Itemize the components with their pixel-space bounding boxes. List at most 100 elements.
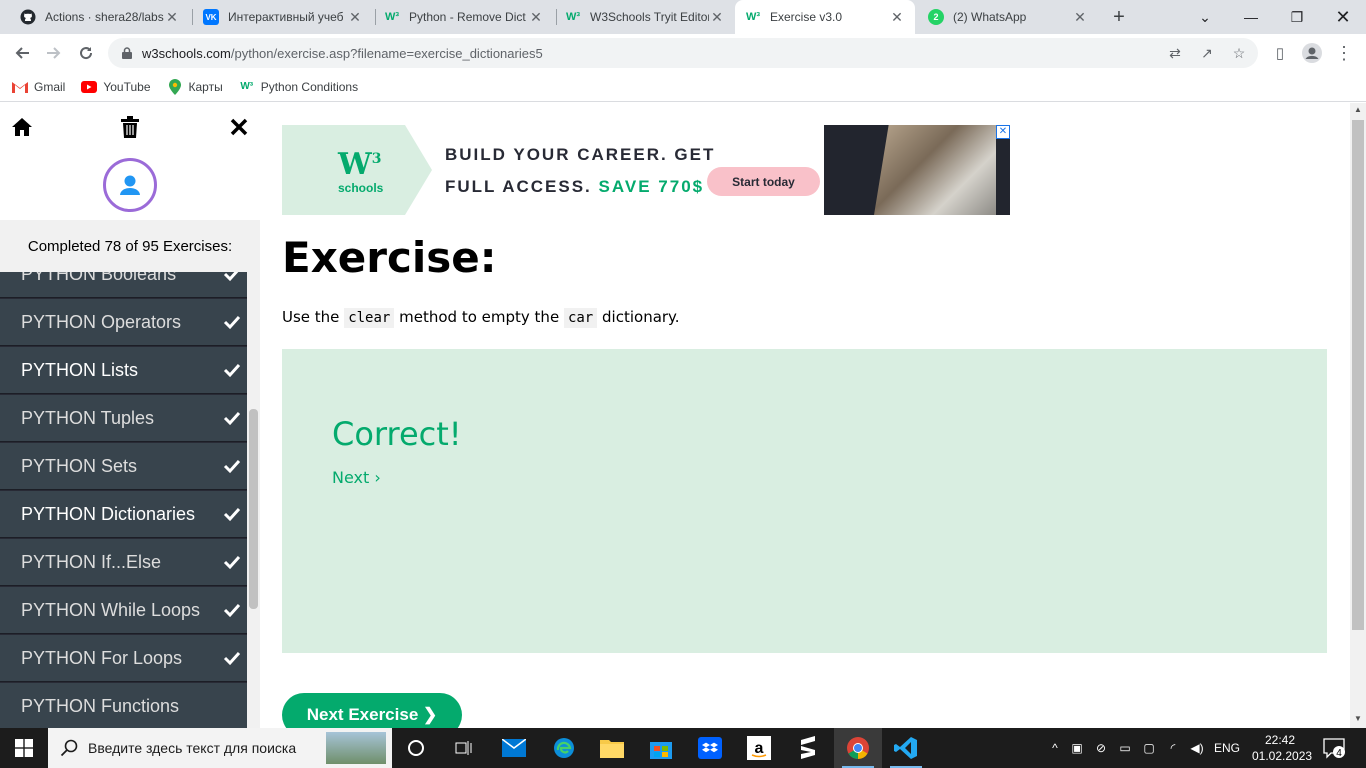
tab-python-remove-dict[interactable]: W³ Python - Remove Dict ✕ [374,0,554,34]
lock-icon[interactable] [120,46,134,60]
tab-title: Exercise v3.0 [770,10,843,24]
close-tab-icon[interactable]: ✕ [164,9,180,26]
result-panel: Correct! Next › [282,349,1327,653]
microsoft-store-icon[interactable] [637,728,685,768]
close-icon[interactable] [227,115,251,139]
tab-interactive-textbook[interactable]: VK Интерактивный учеб ✕ [193,0,373,34]
trash-icon[interactable] [118,115,142,139]
checkmark-icon [223,507,241,522]
bookmark-maps[interactable]: Карты [167,78,223,95]
close-window-button[interactable]: ✕ [1320,0,1366,34]
close-tab-icon[interactable]: ✕ [709,9,725,26]
restore-button[interactable]: ❐ [1274,0,1320,34]
sublime-icon[interactable] [784,728,832,768]
sidebar-item-booleans[interactable]: PYTHON Booleans [0,272,247,298]
tab-whatsapp[interactable]: 2 (2) WhatsApp ✕ [918,0,1098,34]
sidebar-item-label: PYTHON Operators [21,311,182,332]
tab-tryit-editor[interactable]: W³ W3Schools Tryit Editor ✕ [555,0,735,34]
home-icon[interactable] [10,115,34,139]
menu-kebab-icon[interactable]: ⋮ [1330,39,1358,67]
volume-icon[interactable]: ◀) [1185,741,1209,755]
sidebar-item-if-else[interactable]: PYTHON If...Else [0,539,247,586]
vscode-icon[interactable] [882,728,930,768]
sidebar-item-while-loops[interactable]: PYTHON While Loops [0,587,247,634]
back-button[interactable] [8,39,36,67]
tab-github-actions[interactable]: Actions · shera28/labs ✕ [10,0,190,34]
forward-button[interactable] [40,39,68,67]
whatsapp-icon: 2 [928,9,944,25]
url-text: w3schools.com/python/exercise.asp?filena… [142,45,543,61]
new-tab-button[interactable]: + [1108,6,1130,28]
scroll-down-arrow-icon[interactable]: ▼ [1350,712,1366,726]
clock[interactable]: 22:42 01.02.2023 [1252,732,1313,764]
sidebar-scrollbar-thumb[interactable] [249,409,258,609]
clock-date: 01.02.2023 [1252,749,1313,763]
windows-taskbar: Введите здесь текст для поиска a ^ ▣ ⊘ ▭… [0,728,1366,768]
reload-button[interactable] [72,39,100,67]
user-avatar-icon[interactable] [103,158,157,212]
sidepanel-icon[interactable]: ▯ [1266,39,1294,67]
ad-headline-line1: BUILD YOUR CAREER. GET [445,145,716,164]
main-content: W3 schools BUILD YOUR CAREER. GET FULL A… [260,103,1350,728]
sidebar-item-label: PYTHON While Loops [21,599,201,620]
tray-app-icon[interactable]: ▣ [1065,741,1089,755]
task-view-icon[interactable] [440,728,488,768]
close-tab-icon[interactable]: ✕ [1072,9,1088,26]
sidebar-header [0,103,260,220]
minimize-button[interactable]: — [1228,0,1274,34]
tab-exercise-active[interactable]: W³ Exercise v3.0 ✕ [735,0,915,34]
tab-title: Python - Remove Dict [409,10,526,24]
sidebar-item-sets[interactable]: PYTHON Sets [0,443,247,490]
sidebar-item-lists[interactable]: PYTHON Lists [0,347,247,394]
bookmark-gmail[interactable]: Gmail [12,79,65,95]
cortana-icon[interactable] [392,728,440,768]
sidebar-item-for-loops[interactable]: PYTHON For Loops [0,635,247,682]
battery-icon[interactable]: ▭ [1113,741,1137,755]
ad-start-today-button[interactable]: Start today [707,167,820,196]
close-tab-icon[interactable]: ✕ [528,9,544,26]
next-link[interactable]: Next › [332,468,381,487]
address-bar[interactable]: w3schools.com/python/exercise.asp?filena… [108,38,1258,68]
sidebar-item-tuples[interactable]: PYTHON Tuples [0,395,247,442]
bookmark-python-conditions[interactable]: W³ Python Conditions [239,79,358,95]
dropbox-icon[interactable] [686,728,734,768]
file-explorer-icon[interactable] [588,728,636,768]
checkmark-icon [223,459,241,474]
sidebar-item-dictionaries[interactable]: PYTHON Dictionaries [0,491,247,538]
wifi-icon[interactable]: ◜ [1161,741,1185,755]
profile-avatar[interactable] [1298,39,1326,67]
sidebar-item-operators[interactable]: PYTHON Operators [0,299,247,346]
amazon-icon[interactable]: a [735,728,783,768]
display-icon[interactable]: ▢ [1137,741,1161,755]
star-icon[interactable]: ☆ [1230,44,1248,62]
exercise-description: Use the clear method to empty the car di… [282,308,680,328]
share-icon[interactable]: ↗ [1198,44,1216,62]
tab-title: Actions · shera28/labs [45,10,164,24]
translate-icon[interactable]: ⇄ [1166,44,1184,62]
search-icon [60,739,78,757]
page-scrollbar-thumb[interactable] [1352,120,1364,630]
notifications-icon[interactable]: 4 [1322,736,1346,760]
next-exercise-button[interactable]: Next Exercise ❯ [282,693,462,728]
checkmark-icon [223,651,241,666]
chrome-icon[interactable] [834,728,882,768]
ad-close-icon[interactable]: ✕ [996,125,1010,139]
close-tab-icon[interactable]: ✕ [347,9,363,26]
close-tab-icon[interactable]: ✕ [889,9,905,26]
bookmark-youtube[interactable]: YouTube [81,79,151,95]
checkmark-icon [223,555,241,570]
scroll-up-arrow-icon[interactable]: ▲ [1350,103,1366,117]
sidebar-item-functions[interactable]: PYTHON Functions [0,683,247,728]
windows-start-button[interactable] [0,728,48,768]
language-indicator[interactable]: ENG [1209,741,1245,755]
advertisement-banner[interactable]: W3 schools BUILD YOUR CAREER. GET FULL A… [282,125,1010,215]
network-disabled-icon[interactable]: ⊘ [1089,741,1113,755]
chevron-up-icon[interactable]: ^ [1045,741,1065,755]
ad-headline-line2: FULL ACCESS. SAVE 770$ [445,177,705,196]
mail-icon[interactable] [490,728,538,768]
exercise-sidebar: Completed 78 of 95 Exercises: PYTHON Boo… [0,103,260,728]
w3schools-icon: W³ [384,11,400,23]
edge-icon[interactable] [540,728,588,768]
tab-search-icon[interactable]: ⌄ [1182,0,1228,34]
taskbar-search-input[interactable]: Введите здесь текст для поиска [48,728,392,768]
